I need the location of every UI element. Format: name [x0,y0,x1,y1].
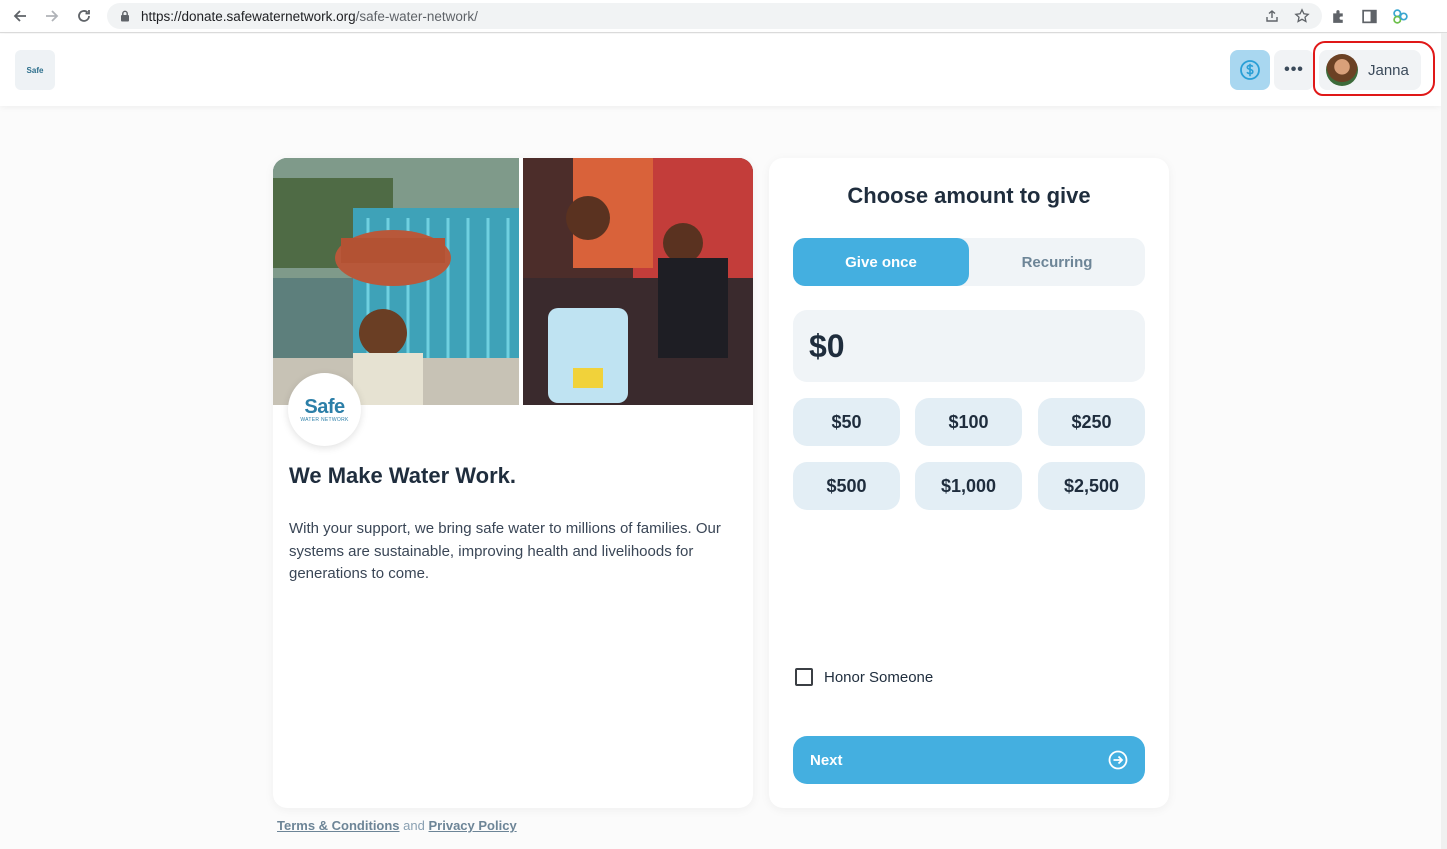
privacy-link[interactable]: Privacy Policy [429,818,517,833]
url-path: /safe-water-network/ [355,8,478,24]
and-text: and [403,818,425,833]
hero-photo [273,158,753,405]
preset-amount-button[interactable]: $1,000 [915,462,1022,510]
preset-amount-button[interactable]: $2,500 [1038,462,1145,510]
preset-amount-button[interactable]: $500 [793,462,900,510]
ellipsis-icon: ••• [1284,61,1304,78]
next-button[interactable]: Next [793,736,1145,784]
preset-amount-button[interactable]: $100 [915,398,1022,446]
address-bar[interactable]: https://donate.safewaternetwork.org/safe… [107,3,1322,29]
campaign-description: With your support, we bring safe water t… [289,520,721,582]
url-host: https://donate.safewaternetwork.org [141,8,356,24]
bookmark-star-icon[interactable] [1294,8,1310,24]
logo-subtext: WATER NETWORK [300,416,349,423]
forward-arrow-icon[interactable] [36,0,68,33]
extensions-puzzle-icon[interactable] [1330,8,1347,25]
form-title: Choose amount to give [847,183,1091,208]
amount-input[interactable]: $0 [793,310,1145,382]
lock-icon [121,10,129,22]
site-logo-text: Safe [26,65,44,75]
donation-form: Choose amount to give Give once Recurrin… [769,158,1169,808]
safe-water-extension-icon[interactable] [1392,8,1409,25]
terms-link[interactable]: Terms & Conditions [277,818,400,833]
give-once-tab[interactable]: Give once [793,238,969,286]
site-header: Safe ••• Janna [0,34,1441,106]
campaign-card: Safe WATER NETWORK We Make Water Work. W… [273,158,753,808]
recurring-tab[interactable]: Recurring [969,238,1145,286]
next-label: Next [810,751,843,769]
honor-someone-option[interactable]: Honor Someone [795,668,933,686]
honor-checkbox[interactable] [795,668,813,686]
logo-word: Safe [304,395,345,418]
frequency-toggle: Give once Recurring [793,238,1145,286]
red-highlight-annotation [1313,41,1435,96]
more-options-button[interactable]: ••• [1274,50,1314,90]
dollar-circle-icon [1240,60,1260,80]
legal-links: Terms & Conditions and Privacy Policy [277,818,517,833]
honor-label: Honor Someone [824,668,934,686]
organization-logo: Safe WATER NETWORK [288,373,361,446]
campaign-title: We Make Water Work. [289,463,516,488]
preset-amount-button[interactable]: $250 [1038,398,1145,446]
url-text: https://donate.safewaternetwork.org/safe… [141,9,478,24]
share-icon[interactable] [1264,8,1280,24]
side-panel-icon[interactable] [1361,8,1378,25]
arrow-right-circle-icon [1108,750,1128,770]
preset-amount-button[interactable]: $50 [793,398,900,446]
back-arrow-icon[interactable] [4,0,36,33]
donate-button[interactable] [1230,50,1270,90]
browser-toolbar: https://donate.safewaternetwork.org/safe… [0,0,1447,33]
scrollbar-track[interactable] [1441,33,1447,849]
reload-icon[interactable] [68,0,100,33]
site-logo[interactable]: Safe [15,50,55,90]
